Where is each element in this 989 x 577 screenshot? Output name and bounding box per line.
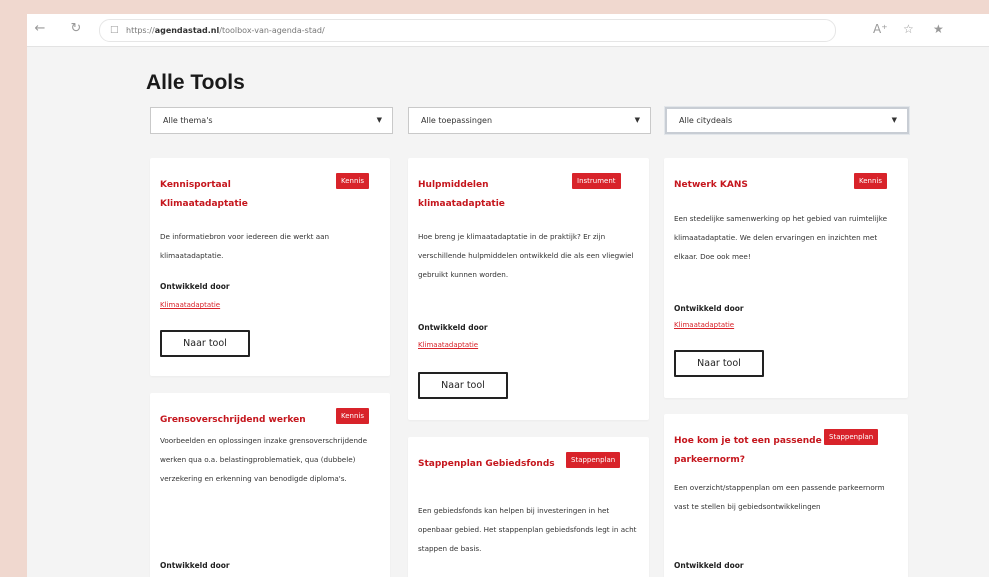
tool-card-title[interactable]: Hulpmiddelen klimaatadaptatie <box>418 176 558 214</box>
address-bar[interactable]: □ https://agendastad.nl/toolbox-van-agen… <box>99 19 836 42</box>
tool-card-description: Een stedelijke samenwerking op het gebie… <box>674 214 888 261</box>
filter-themes-label: Alle thema's <box>163 116 213 125</box>
lock-icon: □ <box>110 25 119 35</box>
tool-card: Stappenplan Gebiedsfonds Stappenplan Een… <box>408 437 649 577</box>
filter-applications-select[interactable]: Alle toepassingen ▼ <box>408 107 651 134</box>
filter-citydeals-label: Alle citydeals <box>679 116 733 125</box>
chevron-down-icon: ▼ <box>634 116 640 124</box>
tool-card: Netwerk KANS Kennis Een stedelijke samen… <box>664 158 908 398</box>
naar-tool-button[interactable]: Naar tool <box>160 330 250 357</box>
naar-tool-button[interactable]: Naar tool <box>418 372 508 399</box>
developed-by-label: Ontwikkeld door <box>418 323 488 332</box>
tool-card-description: De informatiebron voor iedereen die werk… <box>160 232 330 260</box>
tool-card-title[interactable]: Kennisportaal Klimaatadaptatie <box>160 176 320 214</box>
back-icon[interactable]: ← <box>31 20 49 38</box>
category-badge: Instrument <box>572 173 621 189</box>
category-badge: Kennis <box>854 173 888 189</box>
filter-applications-label: Alle toepassingen <box>421 116 493 125</box>
tool-card: Hulpmiddelen klimaatadaptatie Instrument… <box>408 158 649 420</box>
category-badge: Kennis <box>336 173 370 189</box>
developer-link[interactable]: Klimaatadaptatie <box>160 301 220 309</box>
naar-tool-button[interactable]: Naar tool <box>674 350 764 377</box>
tool-card-description: Een gebiedsfonds kan helpen bij invester… <box>418 506 637 553</box>
url-text: https://agendastad.nl/toolbox-van-agenda… <box>126 26 325 35</box>
tool-card-title[interactable]: Hoe kom je tot een passende parkeernorm? <box>674 432 824 470</box>
filter-citydeals-select[interactable]: Alle citydeals ▼ <box>665 107 909 134</box>
tool-card: Kennisportaal Klimaatadaptatie Kennis De… <box>150 158 390 376</box>
tool-card: Grensoverschrijdend werken Kennis Voorbe… <box>150 393 390 577</box>
read-aloud-icon[interactable]: A⁺ <box>873 21 888 37</box>
tool-card: Hoe kom je tot een passende parkeernorm?… <box>664 414 908 577</box>
tool-card-title[interactable]: Grensoverschrijdend werken <box>160 411 340 430</box>
developed-by-label: Ontwikkeld door <box>160 282 230 291</box>
tool-card-title[interactable]: Stappenplan Gebiedsfonds <box>418 455 558 474</box>
category-badge: Stappenplan <box>566 452 621 468</box>
tool-card-description: Voorbeelden en oplossingen inzake grenso… <box>160 436 367 483</box>
page-title: Alle Tools <box>146 71 245 94</box>
reload-icon[interactable]: ↻ <box>67 20 85 38</box>
tool-card-description: Hoe breng je klimaatadaptatie in de prak… <box>418 232 634 279</box>
chevron-down-icon: ▼ <box>891 116 897 124</box>
category-badge: Kennis <box>336 408 370 424</box>
developed-by-label: Ontwikkeld door <box>160 561 230 570</box>
collections-icon[interactable]: ★ <box>933 21 944 37</box>
tool-card-title[interactable]: Netwerk KANS <box>674 176 834 195</box>
developer-link[interactable]: Klimaatadaptatie <box>674 321 734 329</box>
favorite-star-icon[interactable]: ☆ <box>903 21 914 37</box>
page-content: Alle Tools Alle thema's ▼ Alle toepassin… <box>27 47 989 577</box>
developed-by-label: Ontwikkeld door <box>674 304 744 313</box>
browser-window: ← ↻ □ https://agendastad.nl/toolbox-van-… <box>27 14 989 577</box>
developer-link[interactable]: Klimaatadaptatie <box>418 341 478 349</box>
filter-themes-select[interactable]: Alle thema's ▼ <box>150 107 393 134</box>
chevron-down-icon: ▼ <box>376 116 382 124</box>
tool-card-description: Een overzicht/stappenplan om een passend… <box>674 483 885 511</box>
developed-by-label: Ontwikkeld door <box>674 561 744 570</box>
browser-toolbar: ← ↻ □ https://agendastad.nl/toolbox-van-… <box>27 14 989 47</box>
category-badge: Stappenplan <box>824 429 879 445</box>
